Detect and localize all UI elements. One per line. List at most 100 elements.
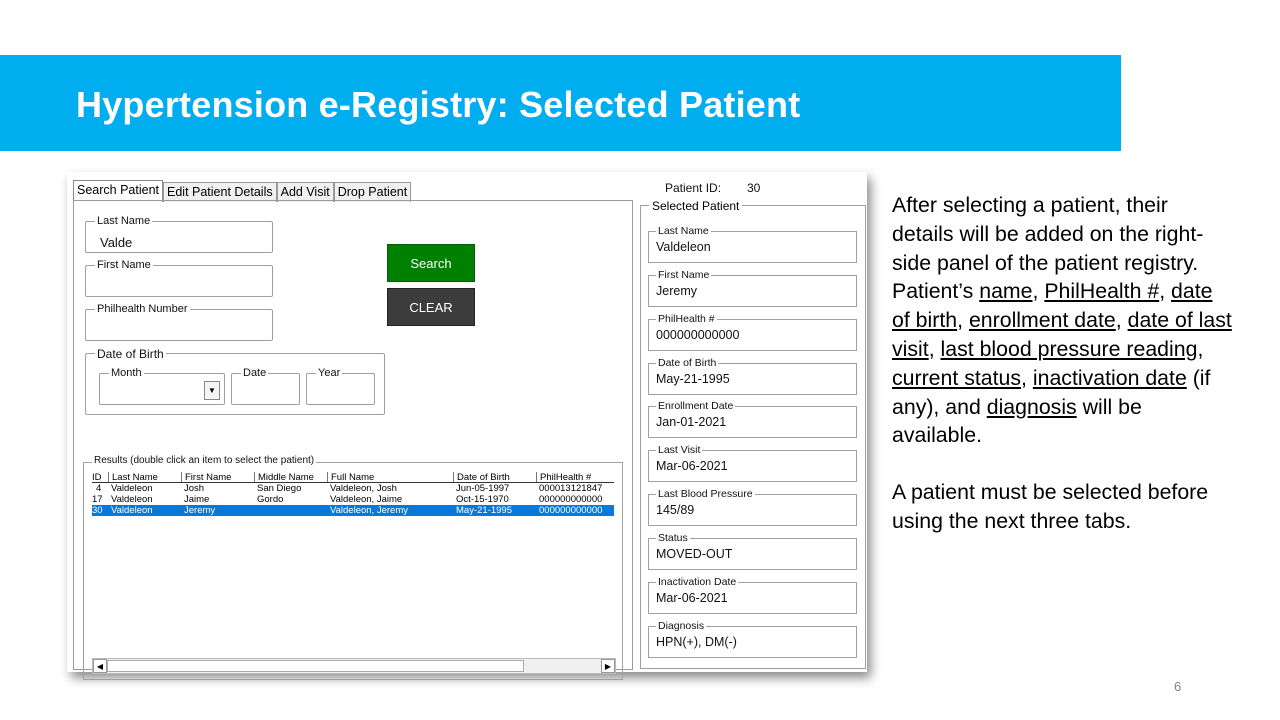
description-paragraph-2: A patient must be selected before using … [892, 480, 1209, 533]
selected-field-value: Mar-06-2021 [656, 591, 728, 605]
desc-underlined: current status [892, 365, 1022, 390]
row-full-name: Valdeleon, Jeremy [330, 505, 408, 516]
scrollbar-thumb[interactable] [107, 660, 524, 672]
tab-drop-patient[interactable]: Drop Patient [333, 182, 412, 202]
selected-field-label: Enrollment Date [656, 400, 736, 412]
desc-underlined: last blood pressure reading [940, 336, 1198, 361]
selected-inactivation-date-field: Inactivation Date Mar-06-2021 [648, 576, 857, 614]
row-full-name: Valdeleon, Jaime [330, 494, 403, 505]
tab-add-visit[interactable]: Add Visit [276, 182, 334, 202]
selected-field-value: Valdeleon [656, 240, 711, 254]
selected-last-name-field: Last Name Valdeleon [648, 225, 857, 263]
philhealth-number-label: Philhealth Number [95, 303, 190, 315]
year-field[interactable]: Year [306, 367, 375, 405]
selected-diagnosis-field: Diagnosis HPN(+), DM(-) [648, 620, 857, 658]
selected-patient-title: Selected Patient [649, 199, 743, 213]
desc-text: , [1159, 279, 1172, 304]
first-name-label: First Name [95, 259, 153, 271]
selected-philhealth-field: PhilHealth # 000000000000 [648, 313, 857, 351]
desc-text: , [957, 308, 969, 333]
desc-underlined: enrollment date [968, 308, 1116, 333]
selected-field-value: Jeremy [656, 284, 697, 298]
last-name-label: Last Name [95, 215, 153, 227]
desc-underlined: inactivation date [1032, 365, 1187, 390]
last-name-value: Valde [100, 235, 133, 250]
desc-text: , [1032, 279, 1045, 304]
table-row[interactable]: 17 Valdeleon Jaime Gordo Valdeleon, Jaim… [92, 494, 614, 505]
scroll-right-icon[interactable]: ▶ [601, 659, 615, 673]
tab-bar: Search Patient Edit Patient Details Add … [73, 180, 412, 202]
selected-last-blood-pressure-field: Last Blood Pressure 145/89 [648, 488, 857, 526]
row-philhealth: 000013121847 [539, 483, 603, 494]
desc-text: , [928, 336, 941, 361]
search-button[interactable]: Search [387, 244, 475, 282]
selected-first-name-field: First Name Jeremy [648, 269, 857, 307]
row-first-name: Jaime [184, 494, 210, 505]
selected-field-label: Inactivation Date [656, 576, 739, 588]
selected-status-field: Status MOVED-OUT [648, 532, 857, 570]
table-row-selected[interactable]: 30 Valdeleon Jeremy Valdeleon, Jeremy Ma… [92, 505, 614, 516]
date-label: Date [241, 367, 269, 379]
row-full-name: Valdeleon, Josh [330, 483, 397, 494]
selected-enrollment-date-field: Enrollment Date Jan-01-2021 [648, 400, 857, 438]
selected-field-value: May-21-1995 [656, 372, 730, 386]
row-middle-name: Gordo [257, 494, 284, 505]
row-first-name: Jeremy [184, 505, 216, 516]
row-philhealth: 000000000000 [539, 494, 603, 505]
description-text: After selecting a patient, their details… [892, 191, 1232, 536]
selected-field-value: MOVED-OUT [656, 547, 733, 561]
selected-date-of-birth-field: Date of Birth May-21-1995 [648, 357, 857, 395]
date-field[interactable]: Date [231, 367, 300, 405]
row-middle-name: San Diego [257, 483, 302, 494]
date-of-birth-label: Date of Birth [95, 347, 166, 361]
row-first-name: Josh [184, 483, 205, 494]
patient-id-label: Patient ID: [665, 181, 722, 195]
row-date-of-birth: Oct-15-1970 [456, 494, 509, 505]
results-list: Results (double click an item to select … [83, 455, 623, 680]
selected-field-label: Last Name [656, 225, 711, 237]
row-date-of-birth: May-21-1995 [456, 505, 512, 516]
selected-last-visit-field: Last Visit Mar-06-2021 [648, 444, 857, 482]
slide-title: Hypertension e-Registry: Selected Patien… [76, 84, 801, 125]
row-last-name: Valdeleon [111, 483, 153, 494]
selected-field-value: Jan-01-2021 [656, 415, 727, 429]
tab-edit-patient-details[interactable]: Edit Patient Details [163, 182, 277, 202]
row-id: 30 [92, 505, 103, 516]
date-of-birth-group: Date of Birth Month ▼ Date Year [85, 347, 385, 415]
selected-field-value: HPN(+), DM(-) [656, 635, 737, 649]
chevron-down-icon[interactable]: ▼ [204, 381, 220, 400]
row-philhealth: 000000000000 [539, 505, 603, 516]
scroll-left-icon[interactable]: ◀ [93, 659, 107, 673]
selected-field-value: 000000000000 [656, 328, 740, 342]
desc-text: , [1197, 336, 1204, 361]
selected-field-value: Mar-06-2021 [656, 459, 728, 473]
selected-patient-panel: Selected Patient Last Name Valdeleon Fir… [640, 199, 866, 669]
registry-app-window: Search Patient Edit Patient Details Add … [67, 172, 867, 680]
desc-text: , [1115, 308, 1128, 333]
year-label: Year [316, 367, 343, 379]
row-last-name: Valdeleon [111, 494, 153, 505]
clear-button[interactable]: CLEAR [387, 288, 475, 326]
desc-underlined: name [979, 279, 1033, 304]
results-title: Results (double click an item to select … [92, 455, 317, 466]
row-date-of-birth: Jun-05-1997 [456, 483, 510, 494]
selected-field-label: PhilHealth # [656, 313, 717, 325]
desc-text: , [1021, 365, 1033, 390]
desc-underlined: PhilHealth # [1044, 279, 1160, 304]
selected-field-label: Status [656, 532, 690, 544]
search-patient-pane: Last Name Valde First Name Philhealth Nu… [73, 200, 633, 680]
row-id: 4 [96, 483, 102, 494]
last-name-field[interactable]: Last Name Valde [85, 215, 273, 253]
slide-number: 6 [1174, 679, 1182, 694]
row-id: 17 [92, 494, 103, 505]
month-select[interactable]: Month ▼ [99, 367, 225, 405]
first-name-field[interactable]: First Name [85, 259, 273, 297]
horizontal-scrollbar[interactable]: ◀ ▶ [92, 658, 616, 674]
description-paragraph: After selecting a patient, their details… [892, 191, 1232, 450]
row-last-name: Valdeleon [111, 505, 153, 516]
tab-search-patient[interactable]: Search Patient [73, 180, 163, 202]
selected-field-label: Diagnosis [656, 620, 707, 632]
selected-field-value: 145/89 [656, 503, 695, 517]
table-row[interactable]: 4 Valdeleon Josh San Diego Valdeleon, Jo… [92, 483, 614, 494]
philhealth-number-field[interactable]: Philhealth Number [85, 303, 273, 341]
